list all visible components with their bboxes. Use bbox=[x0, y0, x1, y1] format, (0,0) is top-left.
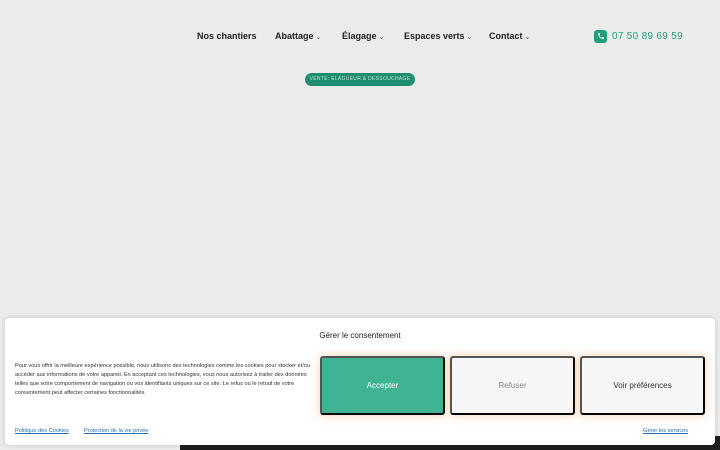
hero-badge: VENTE: ELAGUEUR & DESSOUCHAGE bbox=[305, 73, 415, 86]
phone-link[interactable]: 07 50 89 69 59 bbox=[594, 28, 683, 44]
nav-item-elagage[interactable]: Élagage ⌄ bbox=[342, 30, 384, 44]
phone-number: 07 50 89 69 59 bbox=[612, 30, 683, 42]
nav-item-nos-chantiers[interactable]: Nos chantiers bbox=[197, 30, 257, 42]
phone-icon bbox=[594, 29, 607, 43]
accept-button[interactable]: Accepter bbox=[320, 356, 445, 415]
view-preferences-button[interactable]: Voir préférences bbox=[580, 356, 705, 415]
chevron-down-icon: ⌄ bbox=[524, 34, 531, 41]
consent-title: Gérer le consentement bbox=[319, 331, 401, 340]
nav-item-espaces-verts[interactable]: Espaces verts ⌄ bbox=[404, 30, 472, 44]
nav-item-label: Nos chantiers bbox=[197, 31, 257, 41]
nav-item-label: Élagage bbox=[342, 31, 377, 41]
cookie-consent-banner: Gérer le consentement Pour vous offrir l… bbox=[5, 318, 715, 445]
privacy-policy-link[interactable]: Protection de la vie privée bbox=[84, 428, 148, 434]
nav-item-label: Contact bbox=[489, 31, 523, 41]
cookie-policy-link[interactable]: Politique des Cookies bbox=[15, 428, 69, 434]
chevron-down-icon: ⌄ bbox=[466, 34, 473, 41]
consent-description: Pour vous offrir la meilleure expérience… bbox=[15, 363, 310, 396]
manage-services-link[interactable]: Gérer les services bbox=[643, 428, 688, 434]
nav-item-contact[interactable]: Contact ⌄ bbox=[489, 30, 530, 44]
chevron-down-icon: ⌄ bbox=[378, 34, 385, 41]
nav-item-abattage[interactable]: Abattage ⌄ bbox=[275, 30, 321, 44]
nav-item-label: Abattage bbox=[275, 31, 314, 41]
refuse-button[interactable]: Refuser bbox=[450, 356, 575, 415]
nav-item-label: Espaces verts bbox=[404, 31, 465, 41]
main-nav: Nos chantiers Abattage ⌄ Élagage ⌄ Espaces… bbox=[0, 0, 720, 72]
chevron-down-icon: ⌄ bbox=[315, 34, 322, 41]
